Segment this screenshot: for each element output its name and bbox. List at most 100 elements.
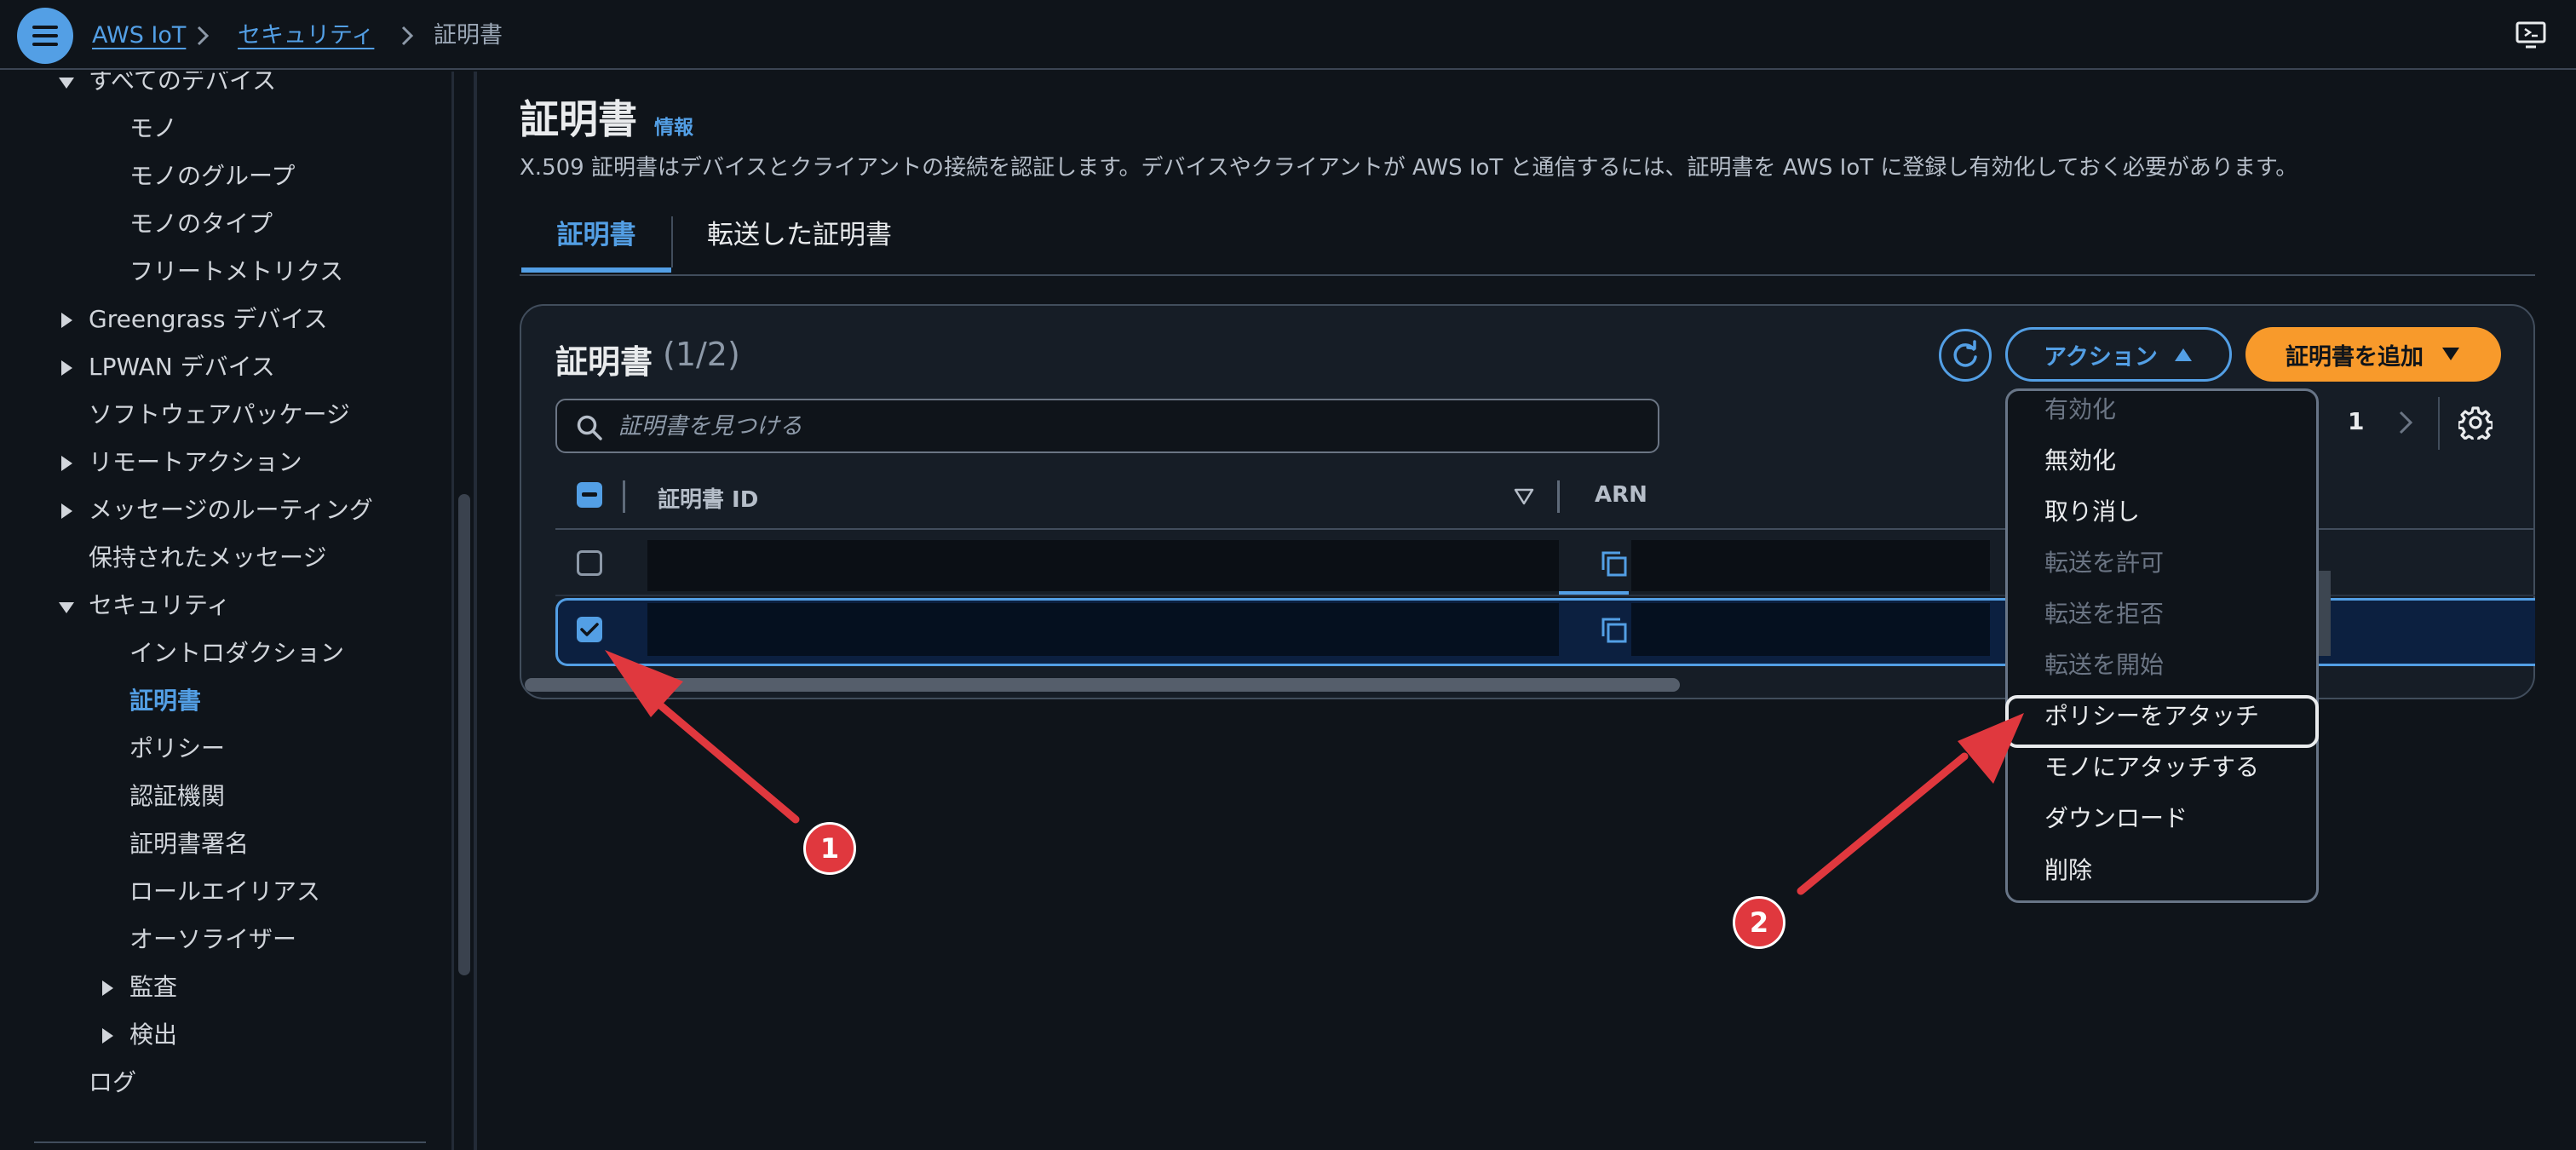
sidebar-item-thing-groups[interactable]: モノのグループ	[129, 157, 295, 196]
add-certificate-button[interactable]: 証明書を追加	[2245, 327, 2501, 382]
tabs-underline	[520, 274, 2535, 276]
checkmark-icon	[580, 623, 599, 636]
tab-transferred-certificates[interactable]: 転送した証明書	[707, 215, 892, 273]
breadcrumb-certificates: 証明書	[434, 22, 503, 49]
expand-down-icon[interactable]	[57, 73, 76, 92]
selected-count: (1/2)	[663, 336, 740, 373]
sidebar-item-audit[interactable]: 監査	[129, 968, 177, 1007]
expand-right-icon[interactable]	[57, 359, 76, 377]
menu-item-revoke[interactable]: 取り消し	[2044, 493, 2140, 531]
redacted-arn	[1631, 603, 1990, 656]
select-all-checkbox[interactable]	[577, 482, 602, 508]
sort-descending-icon[interactable]	[1513, 486, 1535, 508]
table-title: 証明書	[555, 343, 653, 381]
tab-separator	[671, 216, 673, 267]
annotation-arrow-1	[633, 681, 800, 824]
search-input[interactable]	[618, 407, 1641, 445]
actions-button[interactable]: アクション	[2005, 327, 2232, 382]
table-scroll-indicator	[2319, 571, 2331, 656]
annotation-badge-2: 2	[1733, 896, 1785, 949]
menu-item-start-transfer: 転送を開始	[2044, 651, 2165, 679]
redacted-certificate-id	[647, 603, 1559, 656]
sidebar-item-policies[interactable]: ポリシー	[129, 729, 225, 768]
breadcrumb-aws-iot[interactable]: AWS IoT	[92, 19, 186, 53]
breadcrumb-security[interactable]: セキュリティ	[238, 19, 374, 53]
sidebar-scrollbar[interactable]	[458, 494, 470, 975]
menu-button[interactable]	[17, 8, 73, 64]
column-header-certificate-id[interactable]: 証明書 ID	[658, 482, 758, 514]
caret-up-icon	[2174, 348, 2192, 361]
copy-icon[interactable]	[1600, 549, 1629, 578]
current-page-number[interactable]: 1	[2348, 407, 2364, 435]
feedback-screen-icon[interactable]	[2515, 19, 2547, 51]
expand-down-icon[interactable]	[57, 598, 76, 617]
sidebar-item-logs[interactable]: ログ	[89, 1063, 136, 1102]
column-header-arn[interactable]: ARN	[1595, 482, 1647, 508]
menu-item-accept-transfer: 転送を許可	[2044, 549, 2165, 577]
menu-item-deactivate[interactable]: 無効化	[2044, 442, 2116, 480]
sidebar-item-all-devices[interactable]: すべてのデバイス	[89, 72, 276, 101]
settings-separator	[2438, 397, 2440, 450]
chevron-right-icon	[197, 26, 210, 46]
sidebar-bottom-divider	[34, 1141, 426, 1143]
sidebar-item-retained-messages[interactable]: 保持されたメッセージ	[89, 538, 326, 578]
sidebar-item-security[interactable]: セキュリティ	[89, 586, 230, 625]
sidebar-item-greengrass[interactable]: Greengrass デバイス	[89, 300, 327, 339]
info-link[interactable]: 情報	[654, 111, 693, 140]
sidebar-item-role-aliases[interactable]: ロールエイリアス	[129, 872, 320, 911]
actions-dropdown-menu: 有効化 無効化 取り消し 転送を許可 転送を拒否 転送を開始 ポリシーをアタッチ…	[2005, 388, 2319, 903]
highlighted-menu-item-frame[interactable]	[2005, 695, 2319, 748]
search-box	[555, 399, 1659, 453]
column-separator[interactable]	[623, 480, 625, 513]
refresh-icon	[1953, 340, 1977, 367]
search-icon	[577, 415, 602, 440]
sidebar-item-fleet-metrics[interactable]: フリートメトリクス	[129, 252, 343, 291]
sidebar-item-things[interactable]: モノ	[129, 109, 177, 148]
sidebar-item-thing-types[interactable]: モノのタイプ	[129, 204, 273, 244]
main-divider	[474, 72, 477, 1150]
expand-right-icon[interactable]	[57, 502, 76, 520]
actions-button-label: アクション	[2044, 343, 2158, 371]
menu-item-delete[interactable]: 削除	[2044, 852, 2092, 889]
annotation-badge-1: 1	[803, 822, 856, 875]
menu-item-download[interactable]: ダウンロード	[2044, 800, 2188, 837]
expand-right-icon[interactable]	[57, 311, 76, 330]
sidebar-item-detect[interactable]: 検出	[129, 1015, 177, 1055]
column-separator[interactable]	[1557, 480, 1560, 513]
next-page-icon[interactable]	[2392, 407, 2418, 438]
redacted-certificate-id	[647, 540, 1559, 591]
hamburger-menu-icon	[32, 26, 58, 46]
page-title: 証明書	[520, 96, 637, 142]
annotation-arrow-2	[1797, 752, 1969, 895]
chevron-right-icon	[401, 26, 414, 46]
redacted-arn	[1631, 540, 1990, 591]
expand-right-icon[interactable]	[57, 454, 76, 473]
row-checkbox[interactable]	[577, 550, 602, 576]
sidebar-divider	[451, 72, 454, 1150]
add-certificate-label: 証明書を追加	[2286, 343, 2424, 371]
sidebar-item-certificates[interactable]: 証明書	[129, 681, 201, 721]
tab-certificates[interactable]: 証明書	[521, 215, 671, 273]
gear-icon[interactable]	[2458, 405, 2493, 440]
sidebar-item-remote-actions[interactable]: リモートアクション	[89, 443, 302, 482]
sidebar-item-authorizers[interactable]: オーソライザー	[129, 920, 296, 959]
copy-icon[interactable]	[1600, 616, 1629, 645]
caret-down-icon	[2442, 348, 2459, 360]
sidebar-item-lpwan[interactable]: LPWAN デバイス	[89, 348, 275, 387]
sidebar-item-certificate-authorities[interactable]: 認証機関	[129, 777, 225, 816]
top-navigation-bar	[0, 0, 2576, 70]
refresh-button[interactable]	[1939, 329, 1992, 382]
menu-item-activate: 有効化	[2044, 395, 2117, 423]
sidebar-item-certificate-signing[interactable]: 証明書署名	[129, 825, 249, 864]
sidebar: すべてのデバイス モノ モノのグループ モノのタイプ フリートメトリクス Gre…	[0, 72, 453, 1150]
indeterminate-icon	[582, 492, 597, 497]
expand-right-icon[interactable]	[98, 1026, 117, 1045]
row-checkbox-checked[interactable]	[577, 617, 602, 642]
expand-right-icon[interactable]	[98, 979, 117, 998]
horizontal-scrollbar[interactable]	[525, 678, 1680, 692]
menu-item-attach-to-thing[interactable]: モノにアタッチする	[2044, 749, 2259, 786]
sidebar-item-software-packages[interactable]: ソフトウェアパッケージ	[89, 395, 350, 434]
sidebar-item-introduction[interactable]: イントロダクション	[129, 634, 344, 673]
page-description: X.509 証明書はデバイスとクライアントの接続を認証します。デバイスやクライア…	[520, 155, 2298, 181]
sidebar-item-message-routing[interactable]: メッセージのルーティング	[89, 491, 373, 530]
